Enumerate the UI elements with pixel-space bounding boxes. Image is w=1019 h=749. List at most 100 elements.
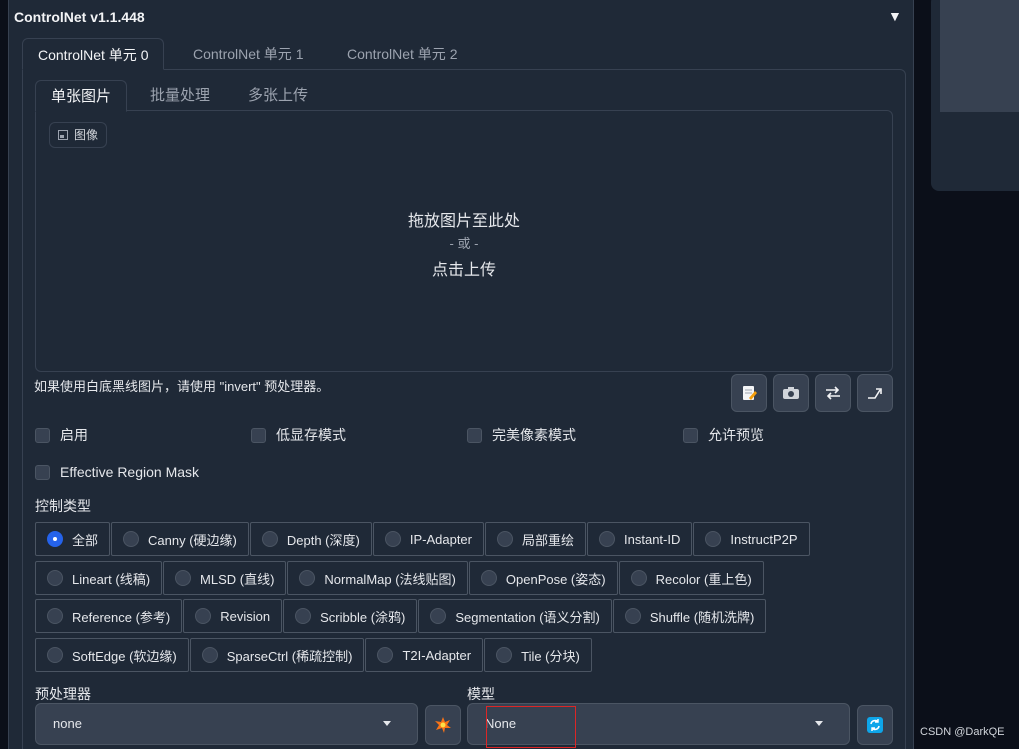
radio-dot	[624, 608, 641, 624]
radio-label: OpenPose (姿态)	[505, 571, 606, 587]
checkbox-label: 启用	[60, 427, 88, 443]
camera-button[interactable]	[773, 374, 809, 412]
tab-unit-1[interactable]: ControlNet 单元 1	[178, 38, 318, 70]
radio-dot	[384, 531, 401, 547]
checkbox-box	[251, 427, 266, 443]
send-icon	[868, 388, 882, 399]
accordion-title[interactable]: ControlNet v1.1.448	[14, 9, 145, 25]
radio-revision[interactable]: Revision	[183, 599, 283, 633]
refresh-models-button[interactable]	[857, 705, 893, 745]
checkbox-box	[35, 427, 50, 443]
tab-unit-0[interactable]: ControlNet 单元 0	[22, 38, 165, 70]
control-type-row-2: Lineart (线稿) MLSD (直线) NormalMap (法线贴图) …	[35, 561, 765, 595]
radio-canny[interactable]: Canny (硬边缘)	[111, 522, 249, 556]
image-dropzone[interactable]: 图像 拖放图片至此处 - 或 - 点击上传	[35, 110, 893, 372]
radio-inpaint[interactable]: 局部重绘	[485, 522, 587, 556]
radio-dot	[705, 531, 722, 547]
radio-scribble[interactable]: Scribble (涂鸦)	[283, 599, 418, 633]
radio-dot	[299, 570, 316, 586]
radio-sparsectrl[interactable]: SparseCtrl (稀疏控制)	[189, 638, 365, 672]
annotation-highlight-box	[486, 706, 576, 748]
radio-label: 全部	[72, 532, 99, 548]
preprocessor-value: none	[53, 716, 82, 731]
preprocessor-select[interactable]: none	[35, 703, 418, 745]
swap-icon	[826, 386, 840, 400]
radio-label: Shuffle (随机洗牌)	[649, 609, 755, 625]
checkbox-box	[35, 464, 50, 480]
preprocessor-label: 预处理器	[35, 686, 91, 702]
tab-multi-upload[interactable]: 多张上传	[233, 80, 323, 112]
radio-label: MLSD (直线)	[200, 571, 275, 587]
swap-button[interactable]	[815, 374, 851, 412]
drop-instruction: 拖放图片至此处	[407, 213, 520, 230]
radio-softedge[interactable]: SoftEdge (软边缘)	[35, 638, 189, 672]
radio-dot	[175, 570, 192, 586]
run-preprocessor-button[interactable]	[425, 705, 461, 745]
send-dimensions-button[interactable]	[857, 374, 893, 412]
radio-label: Scribble (涂鸦)	[320, 609, 406, 625]
radio-openpose[interactable]: OpenPose (姿态)	[468, 561, 618, 595]
radio-dot	[295, 608, 312, 624]
radio-dot	[497, 531, 513, 547]
radio-recolor[interactable]: Recolor (重上色)	[618, 561, 764, 595]
radio-dot	[47, 531, 63, 547]
radio-shuffle[interactable]: Shuffle (随机洗牌)	[612, 599, 767, 633]
radio-dot	[195, 608, 212, 624]
allow-preview-checkbox[interactable]: 允许预览	[683, 425, 764, 445]
radio-ip-adapter[interactable]: IP-Adapter	[372, 522, 484, 556]
checkbox-label: Effective Region Mask	[60, 464, 200, 480]
refresh-icon	[867, 717, 883, 733]
checkbox-box	[467, 427, 482, 443]
collapse-triangle-icon[interactable]: ▼	[888, 8, 902, 24]
radio-label: SoftEdge (软边缘)	[72, 648, 177, 664]
radio-label: T2I-Adapter	[402, 647, 472, 663]
radio-dot	[201, 647, 218, 663]
control-type-row-1: 全部 Canny (硬边缘) Depth (深度) IP-Adapter 局部重…	[35, 522, 811, 556]
radio-dot	[599, 531, 616, 547]
radio-instructp2p[interactable]: InstructP2P	[693, 522, 810, 556]
radio-dot	[377, 647, 394, 663]
tab-batch[interactable]: 批量处理	[135, 80, 225, 112]
radio-t2i-adapter[interactable]: T2I-Adapter	[365, 638, 484, 672]
radio-label: Canny (硬边缘)	[148, 532, 237, 548]
edit-button[interactable]	[731, 374, 767, 412]
radio-dot	[430, 608, 447, 624]
camera-icon	[783, 387, 799, 399]
image-label: 图像	[49, 122, 108, 148]
tab-single-image[interactable]: 单张图片	[35, 80, 128, 112]
radio-label: Lineart (线稿)	[72, 571, 151, 587]
radio-depth[interactable]: Depth (深度)	[249, 522, 372, 556]
radio-dot	[47, 570, 63, 586]
radio-all[interactable]: 全部	[35, 522, 111, 556]
radio-normalmap[interactable]: NormalMap (法线贴图)	[287, 561, 468, 595]
model-label: 模型	[467, 686, 495, 702]
radio-reference[interactable]: Reference (参考)	[35, 599, 183, 633]
checkbox-label: 低显存模式	[276, 427, 346, 443]
radio-label: Segmentation (语义分割)	[455, 609, 600, 625]
radio-tile[interactable]: Tile (分块)	[484, 638, 592, 672]
invert-hint: 如果使用白底黑线图片，请使用 "invert" 预处理器。	[34, 379, 330, 394]
radio-label: InstructP2P	[730, 531, 798, 547]
edit-icon	[743, 386, 757, 400]
tab-unit-2[interactable]: ControlNet 单元 2	[332, 38, 472, 70]
radio-instant-id[interactable]: Instant-ID	[587, 522, 693, 556]
radio-label: Revision	[220, 608, 271, 624]
radio-segmentation[interactable]: Segmentation (语义分割)	[418, 599, 612, 633]
click-upload-text: 点击上传	[431, 262, 496, 279]
pixel-perfect-checkbox[interactable]: 完美像素模式	[467, 425, 576, 445]
control-type-label: 控制类型	[35, 498, 91, 514]
radio-dot	[480, 570, 497, 586]
image-icon	[58, 130, 68, 140]
low-vram-checkbox[interactable]: 低显存模式	[251, 425, 346, 445]
region-mask-checkbox[interactable]: Effective Region Mask	[35, 464, 199, 480]
radio-label: SparseCtrl (稀疏控制)	[226, 648, 353, 664]
csdn-watermark: CSDN @DarkQE	[920, 726, 1005, 738]
enable-checkbox[interactable]: 启用	[35, 425, 88, 445]
right-side-card-inner	[940, 0, 1019, 112]
drop-or-separator: - 或 -	[449, 236, 479, 251]
checkbox-box	[683, 427, 698, 443]
radio-lineart[interactable]: Lineart (线稿)	[35, 561, 163, 595]
checkbox-label: 完美像素模式	[492, 427, 576, 443]
radio-mlsd[interactable]: MLSD (直线)	[163, 561, 287, 595]
radio-dot	[630, 570, 647, 586]
